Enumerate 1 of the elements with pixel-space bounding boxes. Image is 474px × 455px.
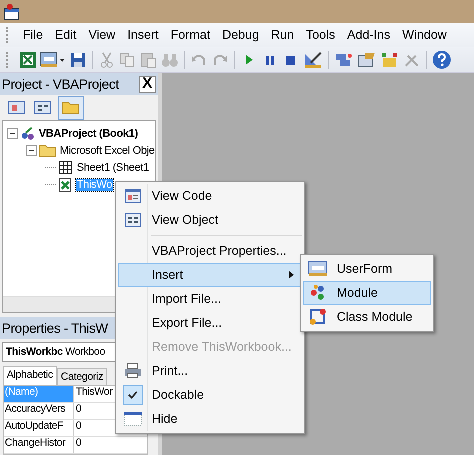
pane-title: Project - VBAProject [2, 76, 120, 92]
